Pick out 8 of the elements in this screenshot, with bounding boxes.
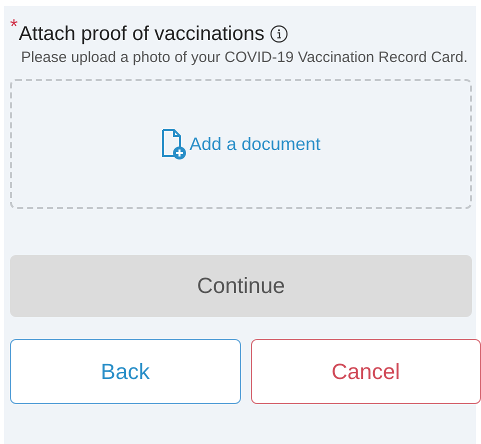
- help-text: Please upload a photo of your COVID-19 Vaccination Record Card.: [21, 49, 469, 66]
- required-mark: *: [10, 20, 18, 34]
- back-button[interactable]: Back: [10, 339, 240, 404]
- cancel-button[interactable]: Cancel: [250, 339, 481, 404]
- info-icon[interactable]: [270, 25, 288, 43]
- add-document-link[interactable]: Add a document: [161, 128, 321, 160]
- document-plus-icon: [161, 128, 188, 160]
- field-label: Attach proof of vaccinations: [18, 22, 264, 46]
